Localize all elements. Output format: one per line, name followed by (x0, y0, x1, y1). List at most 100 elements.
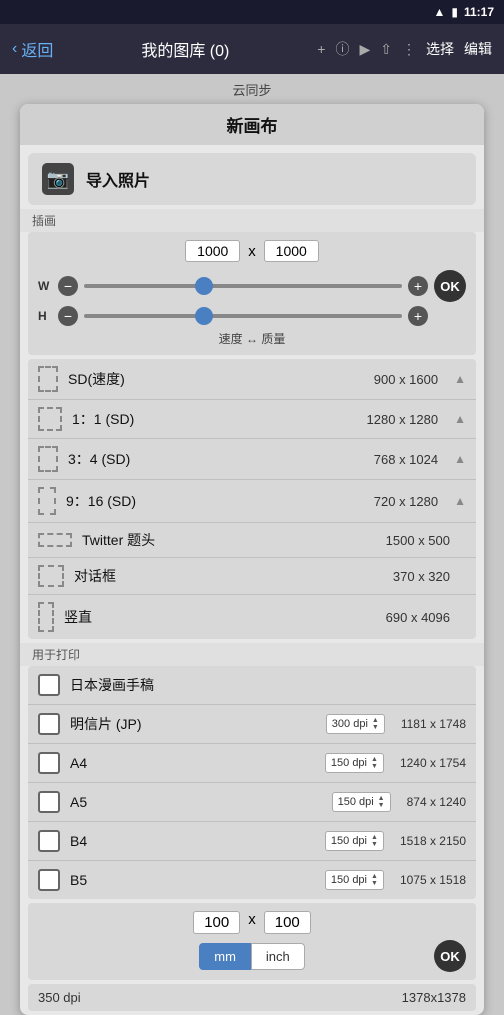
preset-name-9x16: 9：16 (SD) (66, 491, 364, 511)
a4-size: 1240 x 1754 (400, 756, 466, 770)
size-separator: x (248, 243, 256, 260)
manga-checkbox[interactable] (38, 674, 60, 696)
height-minus-button[interactable]: − (58, 306, 78, 326)
width-slider-track[interactable] (84, 284, 402, 288)
preset-size-vertical: 690 x 4096 (386, 610, 450, 625)
edit-label[interactable]: 编辑 (464, 39, 492, 59)
preset-name-3x4: 3：4 (SD) (68, 449, 364, 469)
preset-size-9x16: 720 x 1280 (374, 494, 438, 509)
width-minus-button[interactable]: − (58, 276, 78, 296)
preset-thumb-sd (38, 366, 58, 392)
a4-dpi-box[interactable]: 150 dpi ▲▼ (325, 753, 384, 773)
a5-checkbox[interactable] (38, 791, 60, 813)
print-name-manga: 日本漫画手稿 (70, 675, 466, 695)
postcard-dpi-box[interactable]: 300 dpi ▲▼ (326, 714, 385, 734)
height-slider-thumb[interactable] (195, 307, 213, 325)
width-input[interactable]: 1000 (185, 240, 240, 262)
h-label: H (38, 309, 52, 323)
time-display: 11:17 (464, 5, 494, 19)
b5-size: 1075 x 1518 (400, 873, 466, 887)
preset-size-twitter: 1500 x 500 (386, 533, 450, 548)
a5-dpi-box[interactable]: 150 dpi ▲▼ (332, 792, 391, 812)
print-list: 日本漫画手稿 明信片 (JP) 300 dpi ▲▼ 1181 x 1748 A… (28, 666, 476, 899)
back-arrow-icon: ‹ (12, 40, 17, 58)
quality-label: 速度 ↔ 质量 (38, 330, 466, 347)
more-icon[interactable]: ⋮ (402, 41, 416, 58)
print-item-b5[interactable]: B5 150 dpi ▲▼ 1075 x 1518 (28, 861, 476, 899)
w-label: W (38, 279, 52, 293)
height-plus-button[interactable]: + (408, 306, 428, 326)
postcard-checkbox[interactable] (38, 713, 60, 735)
width-slider-thumb[interactable] (195, 277, 213, 295)
preset-item-1x1[interactable]: 1：1 (SD) 1280 x 1280 ▲ (28, 400, 476, 439)
preset-item-sd[interactable]: SD(速度) 900 x 1600 ▲ (28, 359, 476, 400)
b4-checkbox[interactable] (38, 830, 60, 852)
camera-icon: 📷 (42, 163, 74, 195)
width-plus-button[interactable]: + (408, 276, 428, 296)
back-button[interactable]: ‹ 返回 (12, 37, 53, 61)
dpi-arrow-b5: ▲▼ (371, 873, 378, 887)
import-section[interactable]: 📷 导入照片 (28, 153, 476, 205)
battery-icon: ▮ (451, 5, 458, 19)
b4-dpi-box[interactable]: 150 dpi ▲▼ (325, 831, 384, 851)
nav-right-actions: + ⓘ ▶ ⇧ ⋮ 选择 编辑 (317, 39, 492, 59)
height-input[interactable]: 1000 (264, 240, 319, 262)
width-slider-row: W − + OK (38, 270, 466, 302)
print-name-a5: A5 (70, 794, 322, 810)
b5-checkbox[interactable] (38, 869, 60, 891)
preset-item-dialog[interactable]: 对话框 370 x 320 (28, 558, 476, 595)
bottom-ok-button[interactable]: OK (434, 940, 466, 972)
preset-thumb-twitter (38, 533, 72, 547)
preset-size-1x1: 1280 x 1280 (367, 412, 439, 427)
preset-list: SD(速度) 900 x 1600 ▲ 1：1 (SD) 1280 x 1280… (28, 359, 476, 639)
wifi-icon: ▲ (433, 5, 445, 19)
print-item-postcard[interactable]: 明信片 (JP) 300 dpi ▲▼ 1181 x 1748 (28, 705, 476, 744)
play-icon[interactable]: ▶ (359, 41, 370, 58)
import-label: 导入照片 (86, 167, 150, 191)
nav-title: 我的图库 (0) (141, 37, 229, 61)
preset-name-vertical: 竖直 (64, 607, 376, 627)
print-name-a4: A4 (70, 755, 315, 771)
select-label[interactable]: 选择 (426, 39, 454, 59)
bottom-x-label: x (248, 911, 256, 934)
print-item-a4[interactable]: A4 150 dpi ▲▼ 1240 x 1754 (28, 744, 476, 783)
preset-name-twitter: Twitter 题头 (82, 530, 376, 550)
dpi-arrow-a5: ▲▼ (378, 795, 385, 809)
preset-item-twitter[interactable]: Twitter 题头 1500 x 500 (28, 523, 476, 558)
preset-size-dialog: 370 x 320 (393, 569, 450, 584)
info-icon[interactable]: ⓘ (335, 39, 349, 59)
chevron-right-icon-3x4: ▲ (454, 452, 466, 466)
section-label-print: 用于打印 (20, 643, 484, 666)
bottom-size-display: 100 x 100 (38, 911, 466, 934)
preset-size-sd: 900 x 1600 (374, 372, 438, 387)
modal-title: 新画布 (20, 104, 484, 145)
postcard-size: 1181 x 1748 (401, 717, 466, 731)
a5-size: 874 x 1240 (407, 795, 466, 809)
preset-item-9x16[interactable]: 9：16 (SD) 720 x 1280 ▲ (28, 480, 476, 523)
back-label: 返回 (21, 37, 53, 61)
b4-dpi-value: 150 dpi (331, 835, 367, 847)
inch-unit-button[interactable]: inch (251, 943, 305, 970)
preset-thumb-dialog (38, 565, 64, 587)
bottom-dpi-size: 1378x1378 (402, 990, 466, 1005)
preset-size-3x4: 768 x 1024 (374, 452, 438, 467)
unit-row: mm inch OK (38, 940, 466, 972)
print-item-b4[interactable]: B4 150 dpi ▲▼ 1518 x 2150 (28, 822, 476, 861)
ok-button[interactable]: OK (434, 270, 466, 302)
a4-checkbox[interactable] (38, 752, 60, 774)
mm-unit-button[interactable]: mm (199, 943, 251, 970)
preset-item-3x4[interactable]: 3：4 (SD) 768 x 1024 ▲ (28, 439, 476, 480)
section-label-illustration: 插画 (20, 209, 484, 232)
b5-dpi-box[interactable]: 150 dpi ▲▼ (325, 870, 384, 890)
preset-name-1x1: 1：1 (SD) (72, 409, 357, 429)
height-slider-track[interactable] (84, 314, 402, 318)
print-item-a5[interactable]: A5 150 dpi ▲▼ 874 x 1240 (28, 783, 476, 822)
bottom-controls: 100 x 100 mm inch OK (28, 903, 476, 980)
add-icon[interactable]: + (317, 41, 325, 57)
bottom-height[interactable]: 100 (264, 911, 311, 934)
preset-item-vertical[interactable]: 竖直 690 x 4096 (28, 595, 476, 639)
print-item-manga[interactable]: 日本漫画手稿 (28, 666, 476, 705)
bottom-width[interactable]: 100 (193, 911, 240, 934)
share-icon[interactable]: ⇧ (380, 41, 392, 58)
chevron-right-icon-9x16: ▲ (454, 494, 466, 508)
